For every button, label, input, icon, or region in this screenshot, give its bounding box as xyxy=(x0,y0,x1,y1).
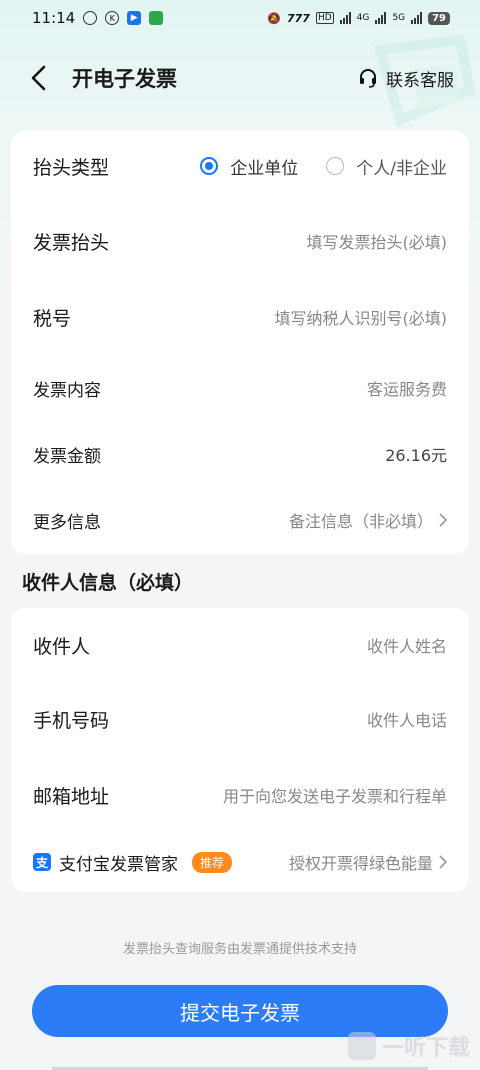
network-label-a: 777 xyxy=(287,11,310,25)
invoice-amount-row: 发票金额 26.16元 xyxy=(11,434,469,474)
email-row[interactable]: 邮箱地址 用于向您发送电子发票和行程单 xyxy=(11,772,469,818)
phone-row[interactable]: 手机号码 收件人电话 xyxy=(11,696,469,742)
status-time: 11:14 xyxy=(32,9,76,27)
email-label: 邮箱地址 xyxy=(33,785,110,808)
radio-checked-icon xyxy=(200,157,219,175)
service-provider-note: 发票抬头查询服务由发票通提供技术支持 xyxy=(122,942,357,957)
network-label-4g: 4G xyxy=(356,13,370,23)
watermark: 一听下载 xyxy=(347,1030,470,1062)
chevron-right-icon xyxy=(439,513,447,527)
alipay-label: 支付宝发票管家 xyxy=(59,854,178,875)
invoice-content-row: 发票内容 客运服务费 xyxy=(11,368,469,408)
title-type-label: 抬头类型 xyxy=(33,156,110,179)
more-info-value: 备注信息（非必填） xyxy=(288,512,433,531)
invoice-title-label: 发票抬头 xyxy=(33,231,110,254)
recipient-info-card: 收件人 收件人姓名 手机号码 收件人电话 邮箱地址 用于向您发送电子发票和行程单… xyxy=(11,608,469,892)
notification-bookmark-icon: ▶ xyxy=(127,11,142,25)
signal-icon-2 xyxy=(375,12,387,24)
phone-label: 手机号码 xyxy=(33,709,110,732)
contact-service-label: 联系客服 xyxy=(386,70,454,91)
network-label-5g: 5G xyxy=(392,13,406,23)
title-type-row: 抬头类型 企业单位 个人/非企业 xyxy=(11,144,469,188)
radio-option-personal[interactable]: 个人/非企业 xyxy=(326,154,447,179)
recipient-section-title: 收件人信息（必填） xyxy=(22,572,194,594)
tax-id-input[interactable]: 填写纳税人识别号(必填) xyxy=(275,305,448,329)
mute-icon: 🔕 xyxy=(267,11,281,25)
email-input[interactable]: 用于向您发送电子发票和行程单 xyxy=(223,783,447,807)
hd-label: HD xyxy=(315,12,334,24)
navigation-header: 开电子发票 联系客服 xyxy=(0,52,480,104)
invoice-content-value: 客运服务费 xyxy=(366,380,447,399)
signal-icon-1 xyxy=(339,12,351,24)
recommend-badge: 推荐 xyxy=(192,851,233,873)
alipay-icon: 支 xyxy=(33,853,51,871)
tax-id-label: 税号 xyxy=(33,307,72,330)
watermark-logo-icon xyxy=(347,1032,376,1060)
notification-k-icon: K xyxy=(105,11,120,25)
phone-input[interactable]: 收件人电话 xyxy=(367,707,447,731)
headset-icon xyxy=(360,69,376,88)
alipay-value: 授权开票得绿色能量 xyxy=(288,854,433,873)
invoice-content-label: 发票内容 xyxy=(33,380,101,401)
notification-app-icon xyxy=(83,11,98,25)
contact-service-button[interactable]: 联系客服 xyxy=(358,66,454,91)
alipay-row[interactable]: 支 支付宝发票管家 推荐 授权开票得绿色能量 xyxy=(11,842,469,882)
recipient-name-label: 收件人 xyxy=(33,635,91,658)
signal-icon-3 xyxy=(411,12,423,24)
battery-indicator: 79 xyxy=(428,11,450,25)
more-info-row[interactable]: 更多信息 备注信息（非必填） xyxy=(11,500,469,540)
recipient-name-row[interactable]: 收件人 收件人姓名 xyxy=(11,622,469,668)
alipay-value-wrap: 授权开票得绿色能量 xyxy=(289,850,447,874)
tax-id-row[interactable]: 税号 填写纳税人识别号(必填) xyxy=(11,294,469,340)
invoice-amount-label: 发票金额 xyxy=(33,446,101,467)
more-info-label: 更多信息 xyxy=(33,512,101,533)
radio-option-enterprise[interactable]: 企业单位 xyxy=(200,154,298,179)
radio-unchecked-icon xyxy=(326,157,345,175)
invoice-title-input[interactable]: 填写发票抬头(必填) xyxy=(307,229,448,253)
alipay-label-wrap: 支 支付宝发票管家 推荐 xyxy=(33,850,233,875)
radio-enterprise-label: 企业单位 xyxy=(230,158,299,179)
more-info-value-wrap: 备注信息（非必填） xyxy=(289,508,447,532)
watermark-text: 一听下载 xyxy=(381,1036,470,1061)
back-arrow-icon[interactable] xyxy=(28,64,50,92)
page-title: 开电子发票 xyxy=(72,67,177,91)
chevron-right-icon xyxy=(439,855,447,869)
invoice-amount-value: 26.16元 xyxy=(385,446,447,465)
invoice-title-row[interactable]: 发票抬头 填写发票抬头(必填) xyxy=(11,218,469,264)
title-type-radio-group: 企业单位 个人/非企业 xyxy=(200,154,447,179)
invoice-info-card: 抬头类型 企业单位 个人/非企业 发票抬头 填写发票抬头(必填) 税号 填写纳税… xyxy=(11,130,469,554)
radio-personal-label: 个人/非企业 xyxy=(356,158,447,179)
recipient-name-input[interactable]: 收件人姓名 xyxy=(367,633,447,657)
notification-green-icon xyxy=(149,11,164,25)
